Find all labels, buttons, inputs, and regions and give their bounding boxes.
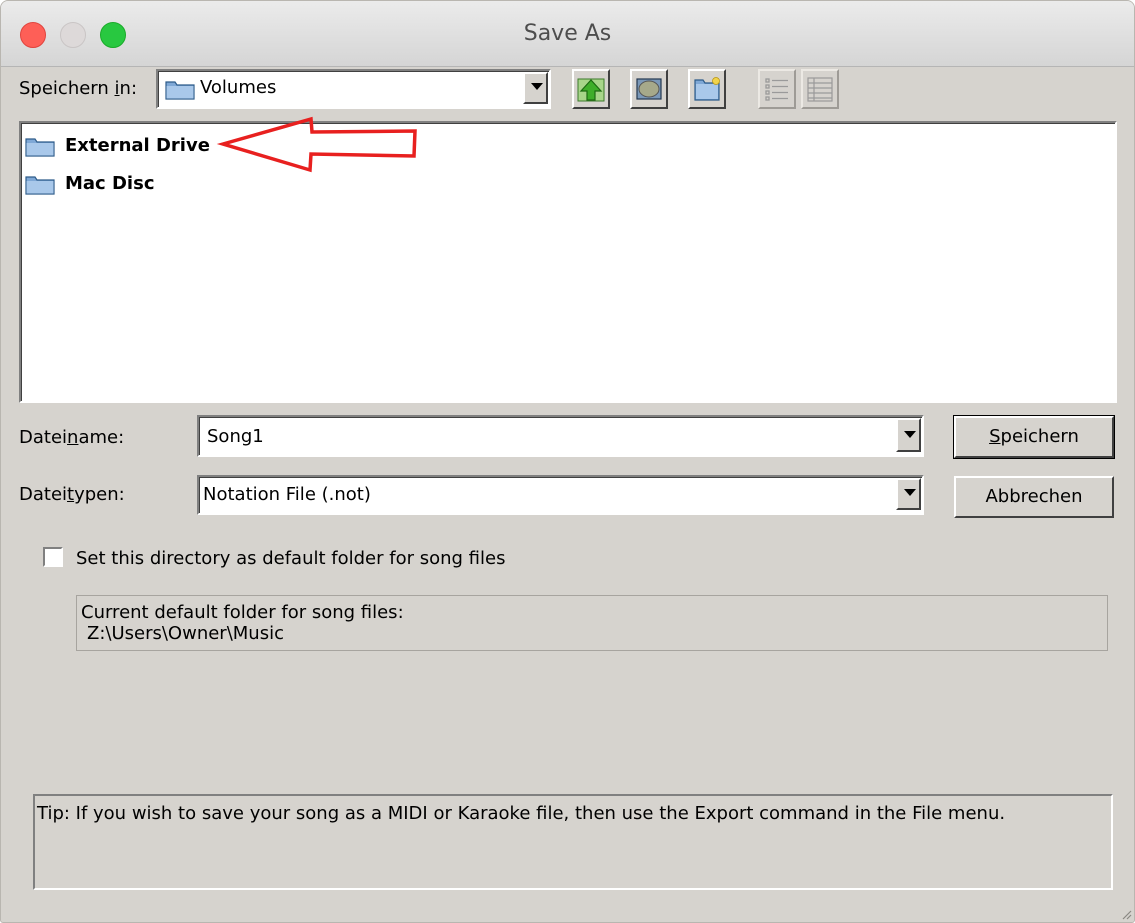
details-view-icon (807, 77, 833, 102)
file-item-mac-disc[interactable]: Mac Disc (25, 169, 225, 199)
details-view-button[interactable] (801, 69, 839, 109)
location-dropdown[interactable]: Volumes (156, 69, 551, 109)
folder-icon (25, 138, 55, 157)
up-one-level-button[interactable] (572, 69, 610, 109)
list-view-icon (765, 78, 788, 101)
title-bar[interactable]: Save As (1, 1, 1134, 67)
chevron-down-icon (904, 489, 916, 496)
desktop-button[interactable] (630, 69, 668, 109)
file-item-label: Mac Disc (65, 173, 155, 194)
window-title: Save As (523, 21, 612, 46)
save-in-label: Speichern in: (19, 78, 138, 99)
cancel-button[interactable]: Abbrechen (954, 476, 1114, 518)
new-folder-icon (694, 77, 720, 101)
tip-text: Tip: If you wish to save your song as a … (37, 803, 1006, 824)
folder-icon (25, 176, 55, 195)
save-as-dialog: Save As Speichern in: Volumes External D… (0, 0, 1135, 923)
filename-dropdown-button[interactable] (896, 418, 921, 452)
tip-panel: Tip: If you wish to save your song as a … (33, 794, 1113, 890)
new-folder-button[interactable] (688, 69, 726, 109)
filename-input[interactable]: Song1 (207, 426, 264, 447)
resize-grip-icon[interactable] (1120, 908, 1132, 920)
filetype-dropdown-button[interactable] (896, 478, 921, 510)
current-default-folder-label: Current default folder for song files: (81, 602, 404, 623)
filename-label: Dateiname: (19, 427, 125, 448)
folder-icon (165, 81, 195, 100)
current-default-folder-path: Z:\Users\Owner\Music (87, 623, 284, 644)
default-folder-checkbox-label: Set this directory as default folder for… (76, 548, 506, 569)
file-item-label: External Drive (65, 135, 210, 156)
filetype-label: Dateitypen: (19, 484, 125, 505)
chevron-down-icon (531, 83, 543, 90)
location-value: Volumes (200, 77, 277, 98)
filename-combo[interactable]: Song1 (197, 415, 924, 457)
desktop-icon (636, 78, 662, 100)
filetype-value: Notation File (.not) (203, 484, 371, 505)
default-folder-checkbox[interactable] (43, 547, 63, 567)
up-folder-icon (577, 78, 605, 102)
annotation-arrow (216, 116, 417, 173)
current-default-folder-panel: Current default folder for song files: Z… (76, 595, 1108, 651)
save-button[interactable]: Speichern (953, 415, 1115, 459)
chevron-down-icon (904, 431, 916, 438)
list-view-button[interactable] (758, 69, 796, 109)
filetype-dropdown[interactable]: Notation File (.not) (197, 475, 924, 515)
file-list[interactable]: External Drive Mac Disc (19, 121, 1117, 403)
location-dropdown-button[interactable] (523, 72, 548, 104)
